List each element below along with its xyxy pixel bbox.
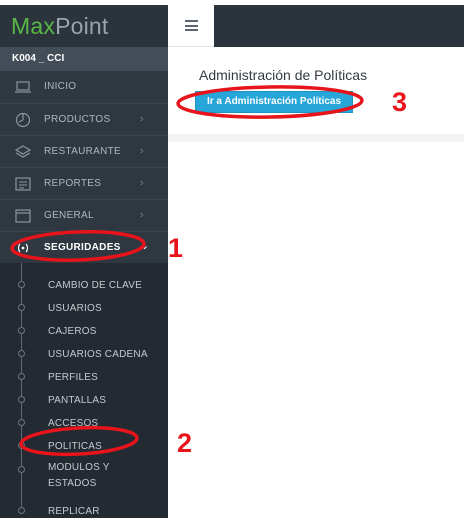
page-title: Administración de Políticas: [199, 67, 368, 83]
submenu-label: REPLICAR: [48, 506, 100, 517]
main-content: Administración de Políticas Ir a Adminis…: [168, 47, 464, 518]
security-submenu: CAMBIO DE CLAVE USUARIOS CAJEROS USUARIO…: [0, 263, 168, 518]
submenu-label: POLITICAS: [48, 441, 103, 452]
chevron-right-icon: ›: [140, 145, 144, 157]
bullet-icon: [18, 327, 25, 334]
menu-label-seguridades: SEGURIDADES: [44, 242, 121, 253]
brand-text: MaxPoint: [11, 12, 109, 40]
submenu-item-perfiles[interactable]: PERFILES: [0, 365, 168, 387]
bullet-icon: [18, 396, 25, 403]
submenu-item-cambio-de-clave[interactable]: CAMBIO DE CLAVE: [0, 273, 168, 295]
menu-label-restaurante: RESTAURANTE: [44, 146, 122, 157]
go-to-policies-button[interactable]: Ir a Administración Políticas: [195, 91, 353, 113]
user-bar: K004 _ CCI: [0, 47, 168, 71]
submenu-item-pantallas[interactable]: PANTALLAS: [0, 388, 168, 410]
chevron-right-icon: ›: [140, 209, 144, 221]
chevron-right-icon: ›: [140, 177, 144, 189]
content-divider: [168, 134, 464, 142]
annotation-number-3: 3: [392, 87, 408, 117]
bullet-icon: [18, 419, 25, 426]
bullet-icon: [18, 350, 25, 357]
submenu-item-modulos-y-estados[interactable]: MODULOS Y ESTADOS: [0, 458, 168, 490]
submenu-item-politicas[interactable]: POLITICAS: [0, 434, 168, 456]
submenu-label: USUARIOS: [48, 303, 102, 314]
sidebar: MaxPoint K004 _ CCI INICIO PRODUCTOS › R…: [0, 5, 168, 518]
bullet-icon: [18, 281, 25, 288]
menu-item-general[interactable]: GENERAL ›: [0, 199, 168, 231]
hamburger-icon: [185, 20, 198, 31]
shield-icon: [17, 243, 29, 253]
submenu-label: CAJEROS: [48, 326, 97, 337]
menu-label-inicio: INICIO: [44, 81, 77, 92]
chevron-down-icon: ⌄: [140, 240, 150, 252]
bullet-icon: [18, 304, 25, 311]
bullet-icon: [18, 373, 25, 380]
submenu-item-replicar[interactable]: REPLICAR: [0, 499, 168, 518]
report-icon: [15, 177, 31, 191]
menu-item-productos[interactable]: PRODUCTOS ›: [0, 103, 168, 135]
brand-max: Max: [11, 13, 56, 39]
menu-item-seguridades[interactable]: SEGURIDADES ⌄: [0, 231, 168, 263]
bullet-icon: [18, 507, 25, 514]
menu-label-reportes: REPORTES: [44, 178, 102, 189]
bullet-icon: [18, 442, 25, 449]
submenu-item-accesos[interactable]: ACCESOS: [0, 411, 168, 433]
clock-icon: [15, 112, 31, 128]
submenu-label: PANTALLAS: [48, 395, 107, 406]
monitor-icon: [15, 81, 31, 93]
submenu-label: ACCESOS: [48, 418, 99, 429]
policies-panel: Administración de Políticas Ir a Adminis…: [174, 55, 464, 142]
submenu-label: PERFILES: [48, 372, 98, 383]
user-label: K004 _ CCI: [12, 53, 65, 64]
hamburger-button[interactable]: [168, 5, 214, 47]
menu-label-productos: PRODUCTOS: [44, 114, 111, 125]
top-header: [168, 5, 464, 47]
submenu-item-usuarios[interactable]: USUARIOS: [0, 296, 168, 318]
window-icon: [15, 209, 31, 223]
bullet-icon: [18, 466, 25, 473]
annotation-number-1: 1: [168, 233, 184, 263]
submenu-item-usuarios-cadena[interactable]: USUARIOS CADENA: [0, 342, 168, 364]
annotation-number-2: 2: [177, 428, 193, 458]
menu-item-restaurante[interactable]: RESTAURANTE ›: [0, 135, 168, 167]
chevron-right-icon: ›: [140, 113, 144, 125]
brand-logo[interactable]: MaxPoint: [0, 5, 168, 47]
submenu-label: MODULOS Y ESTADOS: [48, 462, 110, 489]
layers-icon: [14, 145, 32, 158]
menu-item-inicio[interactable]: INICIO: [0, 71, 168, 103]
submenu-item-cajeros[interactable]: CAJEROS: [0, 319, 168, 341]
menu-item-reportes[interactable]: REPORTES ›: [0, 167, 168, 199]
brand-point: Point: [55, 13, 109, 39]
submenu-label: CAMBIO DE CLAVE: [48, 280, 142, 291]
menu-label-general: GENERAL: [44, 210, 94, 221]
submenu-label: USUARIOS CADENA: [48, 349, 148, 360]
